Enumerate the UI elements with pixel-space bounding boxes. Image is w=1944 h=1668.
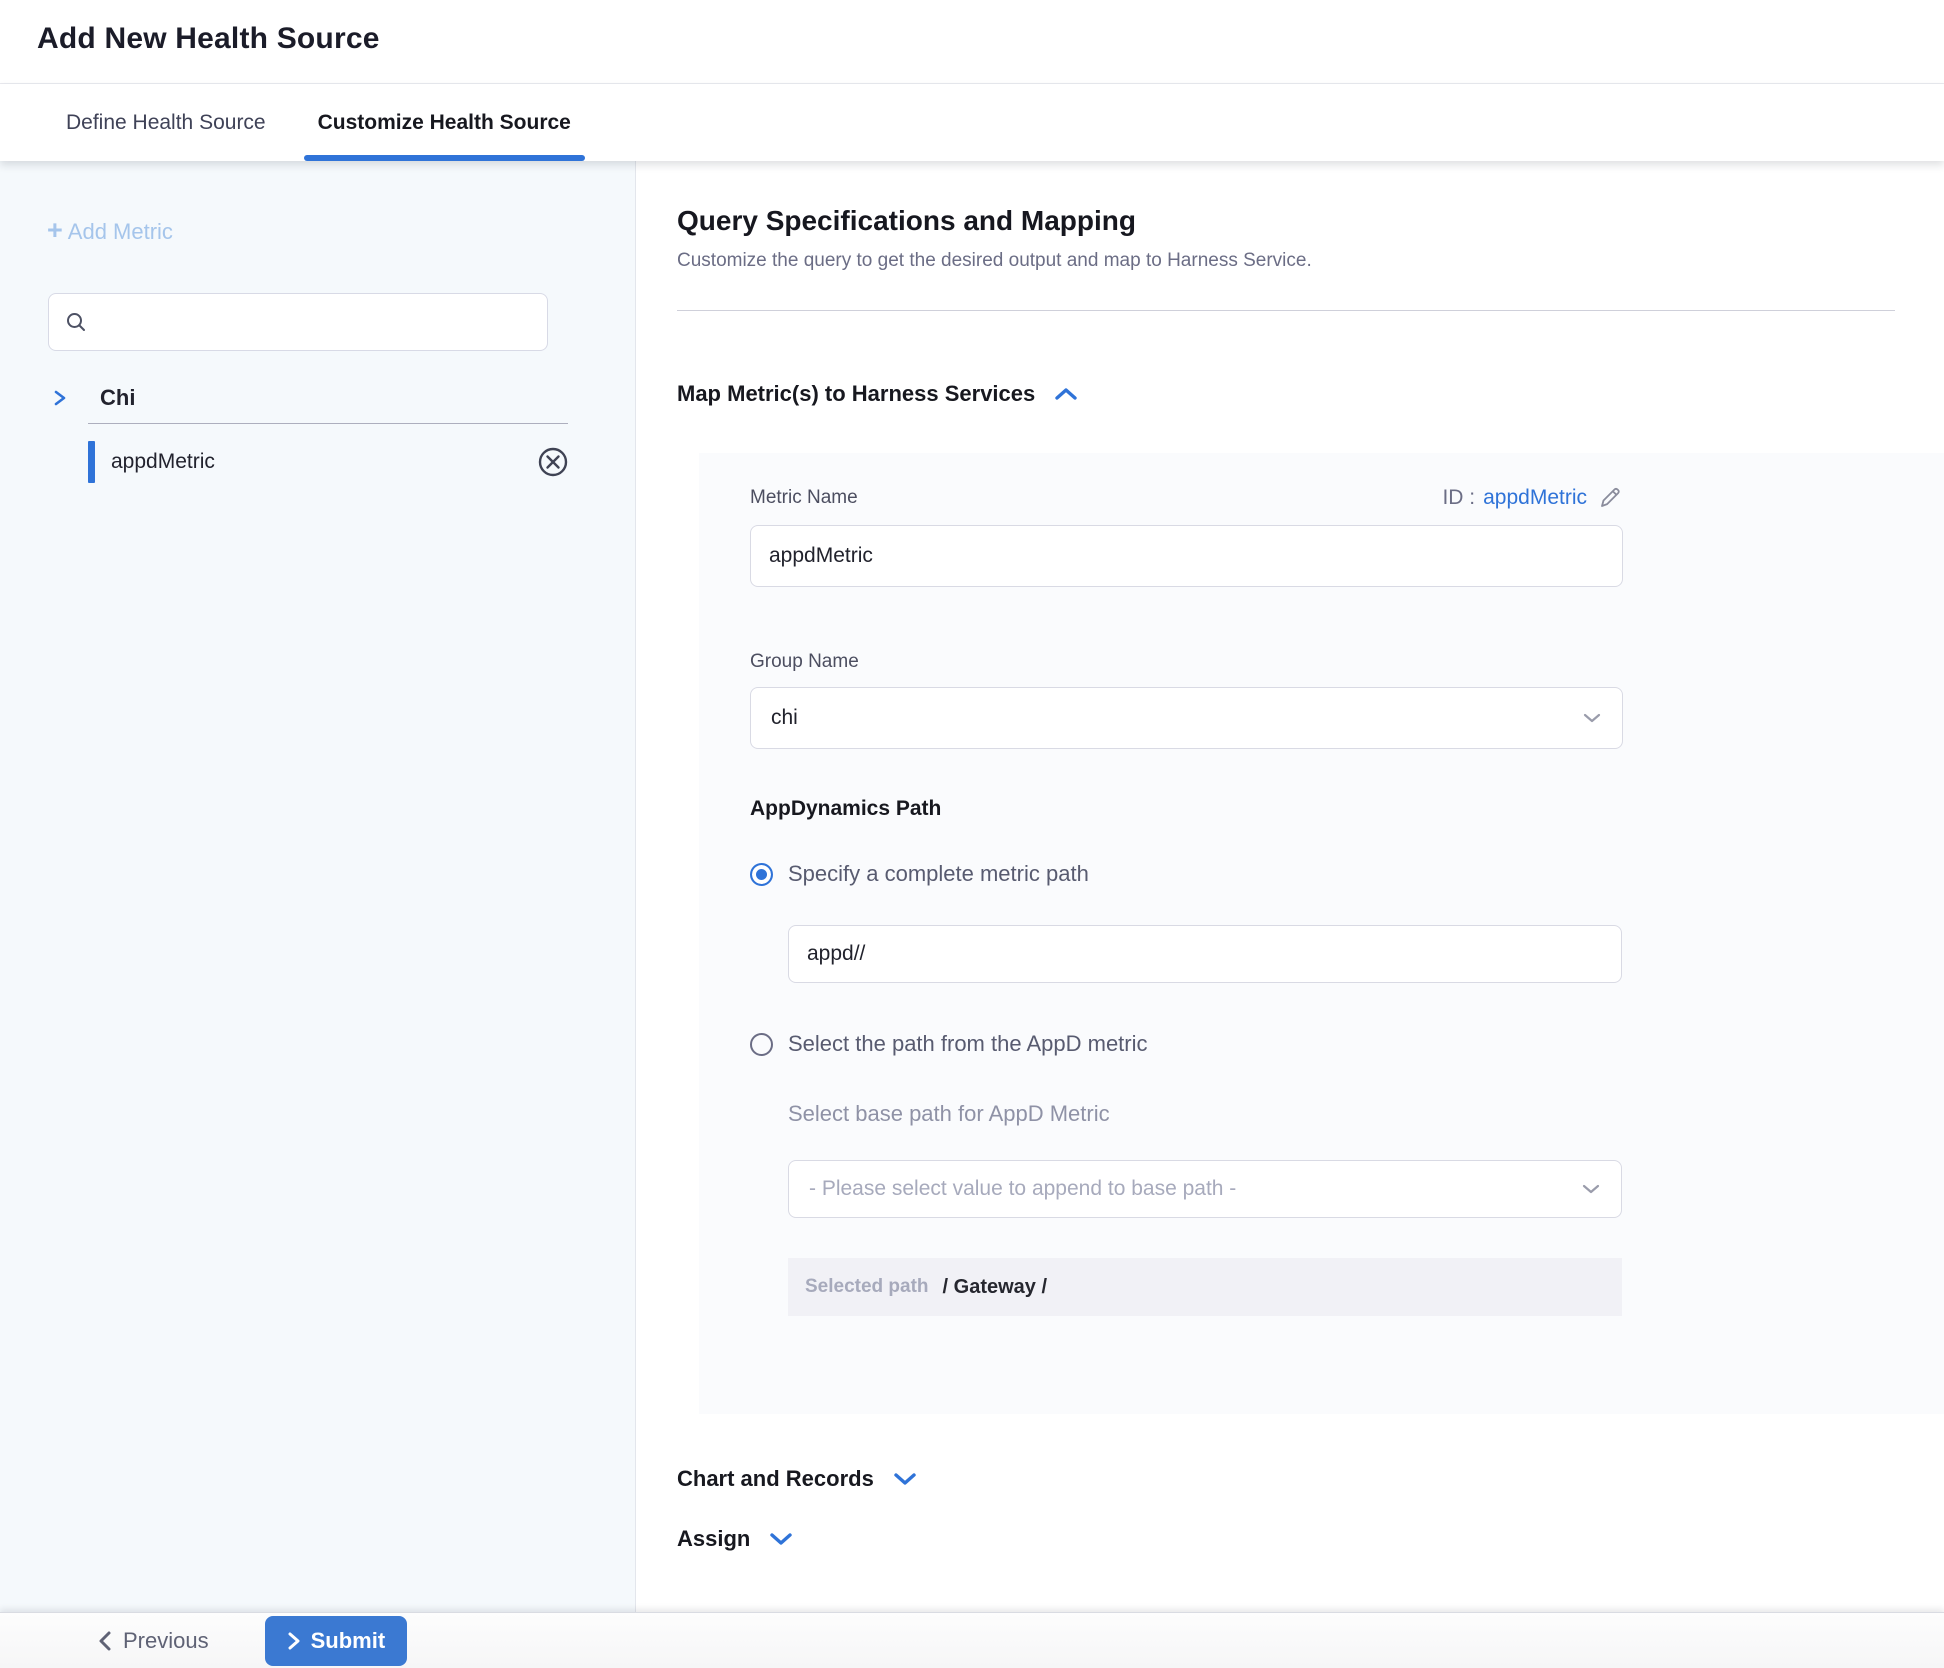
chevron-right-icon[interactable]: [53, 388, 67, 408]
chevron-down-icon: [768, 1531, 794, 1547]
pencil-edit-icon[interactable]: [1597, 485, 1623, 511]
group-name-value: chi: [771, 706, 1582, 730]
id-label: ID :: [1442, 486, 1475, 510]
dialog-header: Add New Health Source: [0, 0, 1944, 84]
radio-selected-icon[interactable]: [750, 863, 773, 886]
radio-label: Select the path from the AppD metric: [788, 1031, 1148, 1057]
selected-path-value: / Gateway /: [943, 1276, 1048, 1299]
chevron-up-icon: [1053, 386, 1079, 402]
panel-subtitle: Customize the query to get the desired o…: [677, 250, 1944, 272]
radio-unselected-icon[interactable]: [750, 1033, 773, 1056]
section-map-metrics-toggle[interactable]: Map Metric(s) to Harness Services: [677, 381, 1944, 407]
submit-label: Submit: [311, 1628, 386, 1654]
section-assign-toggle[interactable]: Assign: [677, 1526, 1944, 1552]
plus-icon: +: [47, 217, 63, 244]
section-title: Chart and Records: [677, 1466, 874, 1492]
base-path-label: Select base path for AppD Metric: [788, 1101, 1622, 1127]
circle-x-icon: [537, 446, 569, 478]
health-source-tabbar: Define Health Source Customize Health So…: [0, 84, 1944, 161]
metric-name-input[interactable]: [750, 525, 1623, 587]
section-title: Assign: [677, 1526, 750, 1552]
sidebar-divider: [88, 423, 568, 424]
add-metric-label: Add Metric: [68, 219, 173, 245]
appdynamics-path-heading: AppDynamics Path: [750, 797, 1944, 821]
metric-name-label: Metric Name: [750, 487, 858, 509]
panel-divider: [677, 310, 1895, 311]
base-path-select[interactable]: - Please select value to append to base …: [788, 1160, 1622, 1218]
group-label: Chi: [100, 385, 135, 411]
chevron-right-icon: [287, 1631, 301, 1651]
submit-button[interactable]: Submit: [265, 1616, 408, 1666]
id-value: appdMetric: [1483, 486, 1587, 510]
section-chart-and-records-toggle[interactable]: Chart and Records: [677, 1466, 1944, 1492]
base-path-placeholder: - Please select value to append to base …: [809, 1177, 1581, 1201]
complete-metric-path-input[interactable]: [788, 925, 1622, 983]
radio-label: Specify a complete metric path: [788, 861, 1089, 887]
section-title: Map Metric(s) to Harness Services: [677, 381, 1035, 407]
chevron-left-icon: [97, 1630, 113, 1652]
radio-select-path-from-appd[interactable]: Select the path from the AppD metric: [750, 1031, 1944, 1057]
metrics-sidebar: + Add Metric Chi appdMetric: [0, 161, 636, 1612]
search-icon: [65, 311, 87, 333]
sidebar-group-chi[interactable]: Chi: [53, 385, 635, 411]
metric-id-row: ID : appdMetric: [1442, 485, 1623, 511]
add-health-source-dialog: Add New Health Source Define Health Sour…: [0, 0, 1944, 1668]
previous-button[interactable]: Previous: [97, 1628, 209, 1654]
chevron-down-icon: [1582, 712, 1602, 724]
remove-metric-button[interactable]: [537, 446, 569, 478]
group-name-select[interactable]: chi: [750, 687, 1623, 749]
page-title: Add New Health Source: [37, 22, 1944, 56]
previous-label: Previous: [123, 1628, 209, 1654]
chevron-down-icon: [892, 1471, 918, 1487]
radio-specify-complete-path[interactable]: Specify a complete metric path: [750, 861, 1944, 887]
query-specifications-panel: Query Specifications and Mapping Customi…: [636, 161, 1944, 1612]
metric-search-input[interactable]: [99, 311, 531, 334]
sidebar-item-appdmetric[interactable]: appdMetric: [0, 434, 635, 490]
chevron-down-icon: [1581, 1183, 1601, 1195]
group-name-label: Group Name: [750, 651, 1944, 673]
tab-define-health-source[interactable]: Define Health Source: [64, 84, 268, 161]
tab-customize-health-source[interactable]: Customize Health Source: [316, 84, 573, 161]
panel-title: Query Specifications and Mapping: [677, 205, 1944, 237]
selected-path-label: Selected path: [805, 1276, 929, 1298]
selected-path-bar: Selected path / Gateway /: [788, 1258, 1622, 1316]
selected-indicator-bar: [88, 441, 95, 483]
map-metrics-card: Metric Name ID : appdMetric Group Name c…: [699, 453, 1944, 1414]
dialog-footer: Previous Submit: [0, 1612, 1944, 1668]
metric-search-box[interactable]: [48, 293, 548, 351]
metric-item-label: appdMetric: [111, 450, 537, 474]
add-metric-button[interactable]: + Add Metric: [47, 218, 173, 245]
